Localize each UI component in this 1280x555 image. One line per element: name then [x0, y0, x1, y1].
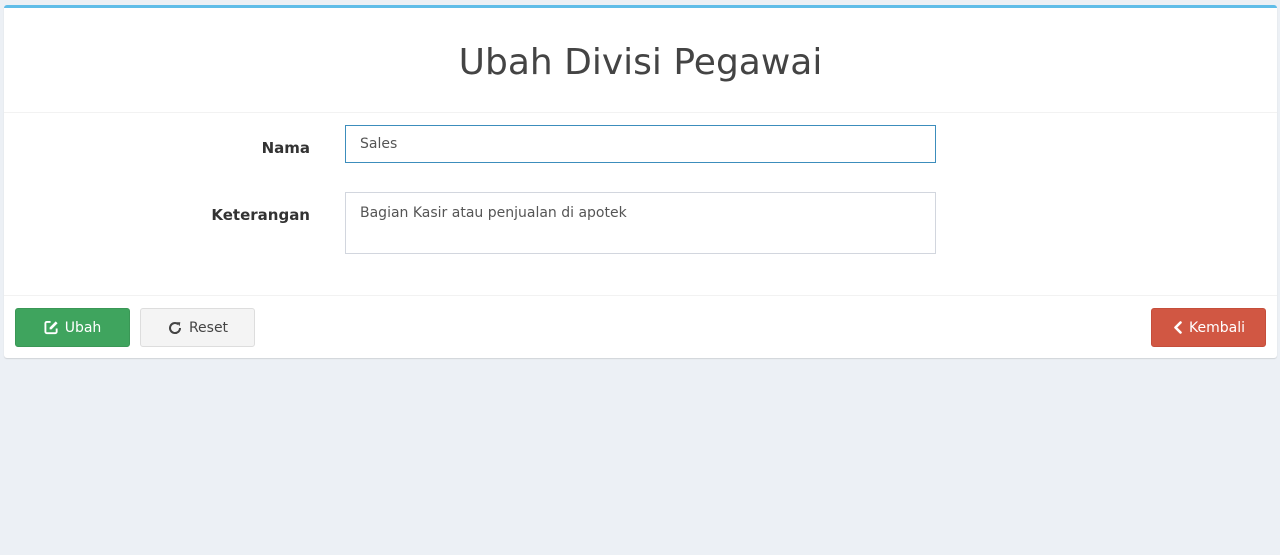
form-box: Ubah Divisi Pegawai Nama Keterangan Bagi…	[4, 5, 1277, 358]
reset-button-label: Reset	[188, 319, 229, 336]
page-title: Ubah Divisi Pegawai	[458, 42, 823, 83]
edit-square-icon	[44, 320, 59, 335]
keterangan-label: Keterangan	[211, 206, 310, 224]
nama-input[interactable]	[345, 125, 936, 163]
kembali-button-label: Kembali	[1189, 319, 1245, 336]
ubah-button[interactable]: Ubah	[15, 308, 130, 347]
box-header: Ubah Divisi Pegawai	[4, 8, 1277, 113]
keterangan-textarea[interactable]: Bagian Kasir atau penjualan di apotek	[345, 192, 936, 254]
kembali-button[interactable]: Kembali	[1151, 308, 1266, 347]
chevron-left-icon	[1172, 321, 1183, 334]
refresh-icon	[167, 320, 183, 336]
box-footer: Ubah Reset Kembali	[4, 295, 1277, 358]
ubah-button-label: Ubah	[64, 319, 102, 336]
nama-label: Nama	[261, 139, 310, 157]
reset-button[interactable]: Reset	[140, 308, 255, 347]
